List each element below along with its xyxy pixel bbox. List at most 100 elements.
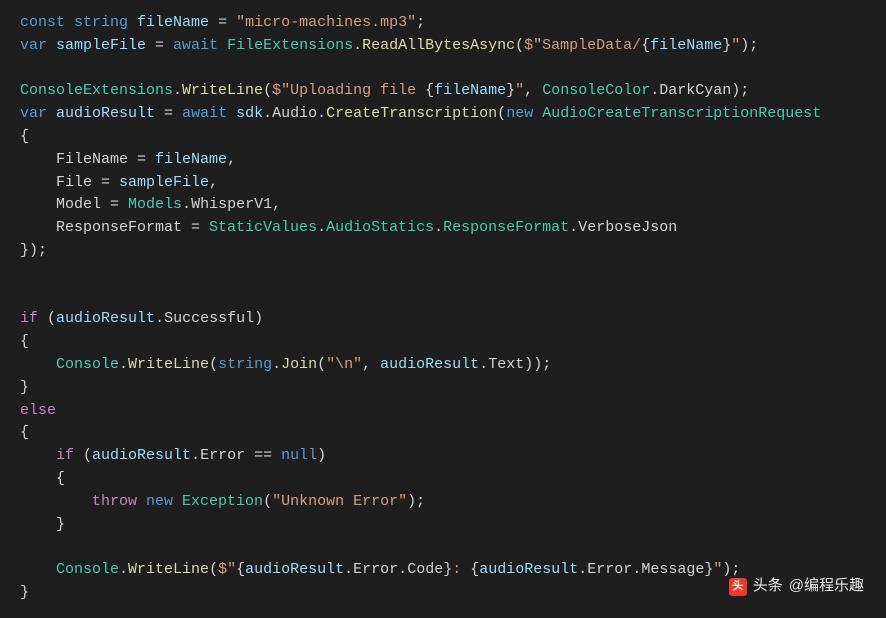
token-punct <box>20 356 56 373</box>
token-ident: fileName <box>137 14 209 31</box>
token-punct: } <box>443 561 452 578</box>
token-punct: { <box>236 561 245 578</box>
token-punct: ( <box>38 310 56 327</box>
token-ident: fileName <box>155 151 227 168</box>
token-kw: await <box>182 105 236 122</box>
token-punct: , <box>227 151 236 168</box>
token-punct: . <box>650 82 659 99</box>
token-ctrl: if <box>56 447 74 464</box>
token-str: $" <box>218 561 236 578</box>
token-punct <box>20 493 92 510</box>
token-prop: File <box>20 174 92 191</box>
token-prop: FileName <box>20 151 128 168</box>
token-punct: . <box>569 219 578 236</box>
token-str: $"SampleData/ <box>524 37 641 54</box>
code-line: { <box>20 422 866 445</box>
watermark-prefix: 头条 <box>753 575 783 598</box>
token-punct: } <box>704 561 713 578</box>
token-punct: { <box>425 82 434 99</box>
token-punct: . <box>272 356 281 373</box>
code-line: Model = Models.WhisperV1, <box>20 194 866 217</box>
token-punct: , <box>362 356 380 373</box>
code-line <box>20 536 866 559</box>
token-prop: Successful <box>164 310 254 327</box>
token-punct: ); <box>407 493 425 510</box>
token-prop: Audio <box>272 105 317 122</box>
token-method: CreateTranscription <box>326 105 497 122</box>
token-str: " <box>731 37 740 54</box>
token-punct: { <box>470 561 479 578</box>
token-punct: )); <box>524 356 551 373</box>
code-line: if (audioResult.Successful) <box>20 308 866 331</box>
token-punct: ); <box>731 82 749 99</box>
token-ctrl: else <box>20 402 56 419</box>
token-punct: ( <box>515 37 524 54</box>
token-punct <box>20 447 56 464</box>
token-type: Exception <box>182 493 263 510</box>
token-type: AudioStatics <box>326 219 434 236</box>
watermark: 头 头条 @编程乐趣 <box>729 575 864 598</box>
token-prop: VerboseJson <box>578 219 677 236</box>
token-punct: . <box>317 105 326 122</box>
token-prop: Message <box>641 561 704 578</box>
token-punct: ; <box>416 14 425 31</box>
token-punct: ( <box>497 105 506 122</box>
token-type: Console <box>56 561 119 578</box>
code-line: ConsoleExtensions.WriteLine($"Uploading … <box>20 80 866 103</box>
token-punct: ( <box>263 82 272 99</box>
token-punct: . <box>353 37 362 54</box>
token-punct: = <box>155 105 182 122</box>
token-punct: } <box>506 82 515 99</box>
token-punct: { <box>20 424 29 441</box>
token-str: "Unknown Error" <box>272 493 407 510</box>
token-kw: new <box>146 493 182 510</box>
code-line: const string fileName = "micro-machines.… <box>20 12 866 35</box>
token-ident: audioResult <box>479 561 578 578</box>
code-line: { <box>20 126 866 149</box>
code-line: if (audioResult.Error == null) <box>20 445 866 468</box>
token-str: "micro-machines.mp3" <box>236 14 416 31</box>
token-punct: , <box>272 196 281 213</box>
token-punct: { <box>20 128 29 145</box>
code-line: { <box>20 468 866 491</box>
token-ident: audioResult <box>380 356 479 373</box>
token-punct <box>20 561 56 578</box>
token-ident: sampleFile <box>119 174 209 191</box>
token-punct: }); <box>20 242 47 259</box>
token-type: Models <box>128 196 182 213</box>
toutiao-icon: 头 <box>729 578 747 596</box>
code-line: ResponseFormat = StaticValues.AudioStati… <box>20 217 866 240</box>
token-prop: Text <box>488 356 524 373</box>
token-punct: , <box>209 174 218 191</box>
token-ident: audioResult <box>92 447 191 464</box>
code-line: } <box>20 377 866 400</box>
token-str: "\n" <box>326 356 362 373</box>
token-punct: = <box>182 219 209 236</box>
code-line: } <box>20 514 866 537</box>
token-punct: . <box>398 561 407 578</box>
token-punct: ( <box>209 356 218 373</box>
code-line: FileName = fileName, <box>20 149 866 172</box>
code-line: }); <box>20 240 866 263</box>
token-punct: { <box>641 37 650 54</box>
token-type: AudioCreateTranscriptionRequest <box>542 105 821 122</box>
token-punct: ) <box>317 447 326 464</box>
token-method: WriteLine <box>182 82 263 99</box>
token-method: WriteLine <box>128 356 209 373</box>
token-prop: ResponseFormat <box>20 219 182 236</box>
token-punct: . <box>182 196 191 213</box>
token-str: " <box>515 82 524 99</box>
token-punct: = <box>146 37 173 54</box>
token-prop: Code <box>407 561 443 578</box>
token-kw: await <box>173 37 227 54</box>
token-punct: = <box>92 174 119 191</box>
token-ctrl: throw <box>92 493 146 510</box>
token-punct: } <box>20 584 29 601</box>
token-punct: } <box>20 379 29 396</box>
token-punct: . <box>173 82 182 99</box>
token-punct <box>128 14 137 31</box>
token-prop: Error <box>200 447 245 464</box>
token-type: Console <box>56 356 119 373</box>
token-punct: . <box>155 310 164 327</box>
token-punct: ( <box>317 356 326 373</box>
